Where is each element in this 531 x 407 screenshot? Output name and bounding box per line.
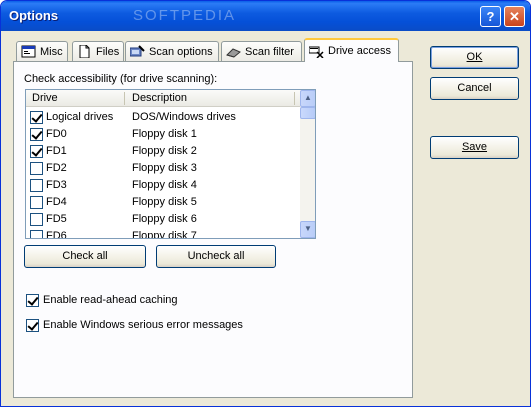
drive-access-icon [308, 45, 324, 59]
drive-description: Floppy disk 3 [132, 162, 197, 174]
tab-label: Scan filter [245, 45, 294, 58]
vertical-scrollbar[interactable]: ▲ ▼ [300, 90, 315, 238]
list-item[interactable]: FD2 Floppy disk 3 [26, 160, 300, 177]
drive-checkbox[interactable] [30, 196, 43, 209]
help-button[interactable]: ? [480, 6, 501, 27]
read-ahead-label: Enable read-ahead caching [43, 294, 178, 306]
column-description[interactable]: Description [132, 92, 187, 104]
watermark: SOFTPEDIA [133, 7, 237, 24]
tab-scan-filter[interactable]: Scan filter [221, 41, 302, 61]
tab-label: Scan options [149, 45, 213, 58]
title-bar[interactable]: Options SOFTPEDIA ? ✕ [1, 1, 530, 31]
drive-name: FD4 [46, 196, 67, 208]
close-button[interactable]: ✕ [504, 6, 525, 27]
drive-checkbox[interactable] [30, 145, 43, 158]
error-messages-checkbox[interactable] [26, 319, 39, 332]
drive-description: Floppy disk 4 [132, 179, 197, 191]
drive-description: Floppy disk 1 [132, 128, 197, 140]
drive-checkbox[interactable] [30, 162, 43, 175]
drive-list[interactable]: Drive Description Logical drives DOS/Win… [25, 89, 316, 239]
scroll-down-button[interactable]: ▼ [300, 221, 315, 238]
tab-label: Drive access [328, 45, 391, 57]
drive-checkbox[interactable] [30, 128, 43, 141]
list-header: Drive Description [26, 90, 300, 107]
drive-name: FD2 [46, 162, 67, 174]
drive-description: Floppy disk 5 [132, 196, 197, 208]
list-item[interactable]: FD4 Floppy disk 5 [26, 194, 300, 211]
save-button[interactable]: Save [430, 136, 519, 159]
options-dialog: Options SOFTPEDIA ? ✕ Misc Files Scan op… [0, 0, 531, 407]
scroll-up-button[interactable]: ▲ [300, 90, 315, 107]
ok-button[interactable]: OK [430, 46, 519, 69]
drive-name: FD3 [46, 179, 67, 191]
column-separator[interactable] [124, 92, 125, 105]
list-item[interactable]: FD1 Floppy disk 2 [26, 143, 300, 160]
tab-files[interactable]: Files [72, 41, 124, 61]
tab-label: Misc [40, 45, 63, 58]
tab-label: Files [96, 45, 120, 58]
drive-description: DOS/Windows drives [132, 111, 236, 123]
error-messages-label: Enable Windows serious error messages [43, 319, 243, 331]
drive-access-panel: Check accessibility (for drive scanning)… [13, 61, 413, 398]
close-icon: ✕ [509, 9, 520, 24]
scan-filter-icon [226, 45, 241, 58]
uncheck-all-button[interactable]: Uncheck all [156, 245, 276, 268]
drive-checkbox[interactable] [30, 213, 43, 226]
check-accessibility-label: Check accessibility (for drive scanning)… [24, 73, 218, 85]
drive-name: FD6 [46, 230, 67, 239]
drive-name: FD1 [46, 145, 67, 157]
save-label: Save [461, 141, 488, 153]
drive-name: FD0 [46, 128, 67, 140]
list-item[interactable]: Logical drives DOS/Windows drives [26, 109, 300, 126]
file-icon [77, 44, 92, 59]
list-item[interactable]: FD3 Floppy disk 4 [26, 177, 300, 194]
drive-description: Floppy disk 7 [132, 230, 197, 239]
drive-checkbox[interactable] [30, 179, 43, 192]
tab-misc[interactable]: Misc [16, 41, 68, 61]
drive-description: Floppy disk 6 [132, 213, 197, 225]
check-all-button[interactable]: Check all [24, 245, 146, 268]
list-item[interactable]: FD0 Floppy disk 1 [26, 126, 300, 143]
cancel-button[interactable]: Cancel [430, 77, 519, 100]
tab-drive-access[interactable]: Drive access [304, 38, 399, 62]
ok-label: OK [466, 51, 483, 63]
drive-description: Floppy disk 2 [132, 145, 197, 157]
drive-name: FD5 [46, 213, 67, 225]
chevron-down-icon: ▼ [304, 224, 312, 233]
tab-scan-options[interactable]: Scan options [125, 41, 219, 61]
drive-checkbox[interactable] [30, 111, 43, 124]
column-drive[interactable]: Drive [32, 92, 58, 104]
drive-checkbox[interactable] [30, 230, 43, 238]
column-separator[interactable] [294, 92, 295, 105]
list-item[interactable]: FD5 Floppy disk 6 [26, 211, 300, 228]
window-title: Options [9, 8, 59, 23]
help-icon: ? [486, 9, 495, 24]
misc-icon [21, 45, 36, 58]
scrollbar-thumb[interactable] [300, 107, 315, 119]
list-item[interactable]: FD6 Floppy disk 7 [26, 228, 300, 239]
read-ahead-checkbox[interactable] [26, 294, 39, 307]
drive-name: Logical drives [46, 111, 114, 123]
chevron-up-icon: ▲ [304, 93, 312, 102]
scan-options-icon [129, 45, 145, 58]
